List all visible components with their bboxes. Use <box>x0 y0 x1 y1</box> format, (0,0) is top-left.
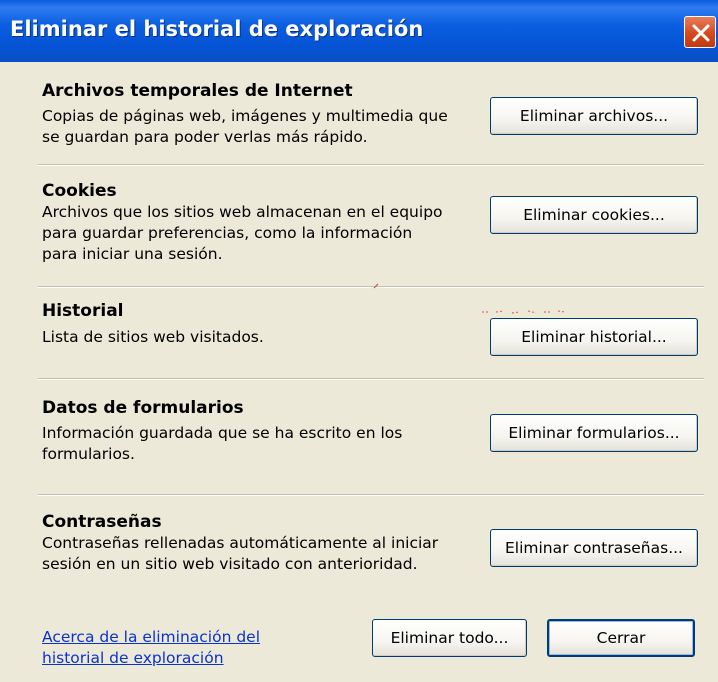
section-description: Lista de sitios web visitados. <box>42 328 264 346</box>
artifact-mark <box>373 283 379 289</box>
artifact-mark <box>482 310 567 314</box>
section-history: Historial Lista de sitios web visitados. <box>42 300 472 348</box>
link-line-2: historial de exploración <box>42 649 224 667</box>
link-line-1: Acerca de la eliminación del <box>42 628 261 646</box>
section-passwords: Contraseñas Contraseñas rellenadas autom… <box>42 511 457 575</box>
delete-cookies-button[interactable]: Eliminar cookies... <box>490 196 698 234</box>
separator <box>38 494 704 496</box>
section-title: Historial <box>42 301 124 321</box>
separator <box>38 286 704 288</box>
section-title: Datos de formularios <box>42 398 244 418</box>
delete-passwords-button[interactable]: Eliminar contraseñas... <box>490 529 698 567</box>
section-cookies: Cookies Archivos que los sitios web alma… <box>42 180 452 265</box>
delete-history-button[interactable]: Eliminar historial... <box>490 318 698 356</box>
close-window-button[interactable] <box>684 16 716 48</box>
delete-all-button[interactable]: Eliminar todo... <box>372 619 527 657</box>
section-description: Archivos que los sitios web almacenan en… <box>42 203 443 263</box>
section-title: Archivos temporales de Internet <box>42 81 353 101</box>
close-icon <box>692 24 710 42</box>
section-description: Contraseñas rellenadas automáticamente a… <box>42 534 439 573</box>
section-title: Contraseñas <box>42 512 162 532</box>
separator <box>38 378 704 380</box>
delete-history-dialog: Eliminar el historial de exploración Arc… <box>0 0 718 682</box>
delete-forms-button[interactable]: Eliminar formularios... <box>490 414 698 452</box>
delete-files-button[interactable]: Eliminar archivos... <box>490 97 698 135</box>
window-title: Eliminar el historial de exploración <box>10 17 424 41</box>
section-form-data: Datos de formularios Información guardad… <box>42 397 462 465</box>
title-bar[interactable]: Eliminar el historial de exploración <box>0 0 718 62</box>
about-deletion-link[interactable]: Acerca de la eliminación del historial d… <box>42 627 260 669</box>
section-title: Cookies <box>42 181 117 201</box>
section-temp-files: Archivos temporales de Internet Copias d… <box>42 80 462 148</box>
section-description: Copias de páginas web, imágenes y multim… <box>42 107 448 146</box>
close-button[interactable]: Cerrar <box>547 619 695 657</box>
section-description: Información guardada que se ha escrito e… <box>42 424 403 463</box>
separator <box>38 164 704 166</box>
